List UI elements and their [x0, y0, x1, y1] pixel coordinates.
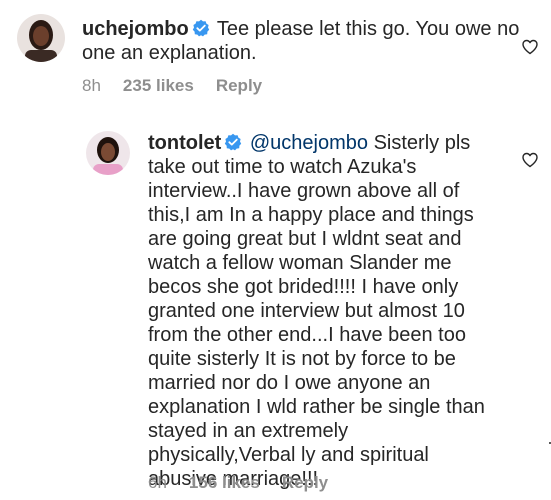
comment-text: Sisterly pls take out time to watch Azuk…	[148, 132, 485, 490]
heart-outline-icon[interactable]	[521, 38, 539, 56]
heart-outline-icon[interactable]	[521, 151, 539, 169]
comment-meta: 6h 156 likes Reply	[148, 473, 328, 493]
avatar-image	[17, 14, 65, 62]
comment-time[interactable]: 8h	[82, 76, 101, 96]
comment-likes[interactable]: 156 likes	[189, 473, 260, 493]
avatar-uchejombo[interactable]	[17, 14, 65, 62]
comment-time[interactable]: 6h	[148, 473, 167, 493]
mention-link[interactable]: @uchejombo	[250, 132, 368, 154]
avatar-tontolet[interactable]	[86, 131, 130, 175]
avatar-image	[86, 131, 130, 175]
reply-button[interactable]: Reply	[282, 473, 328, 493]
comment-meta: 8h 235 likes Reply	[82, 76, 262, 96]
comment-username[interactable]: uchejombo	[82, 18, 189, 40]
verified-badge-icon	[192, 19, 210, 37]
comment-likes[interactable]: 235 likes	[123, 76, 194, 96]
comment-username[interactable]: tontolet	[148, 132, 221, 154]
verified-badge-icon	[224, 133, 242, 151]
reply-button[interactable]: Reply	[216, 76, 262, 96]
